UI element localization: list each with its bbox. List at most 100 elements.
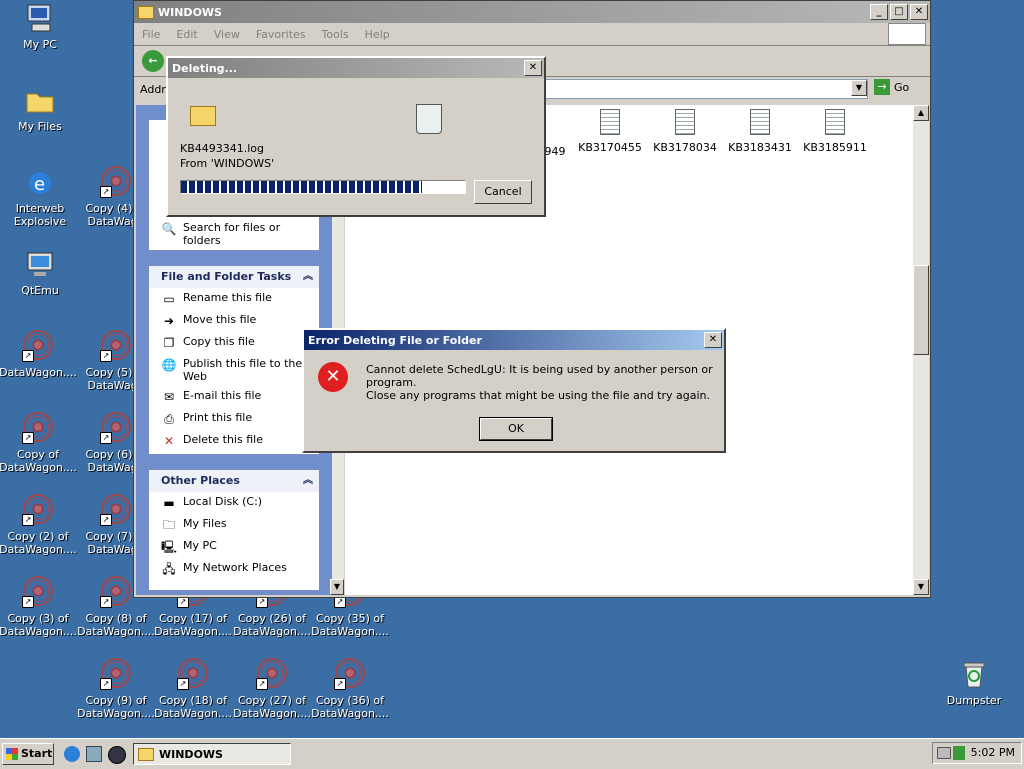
ok-button[interactable]: OK (479, 417, 553, 441)
clock[interactable]: 5:02 PM (971, 746, 1015, 759)
address-dropdown-button[interactable]: ▼ (851, 80, 867, 96)
menu-tools[interactable]: Tools (314, 28, 357, 41)
menu-file[interactable]: File (134, 28, 168, 41)
desktop-icon-datawagon-copy-3[interactable]: ↗ Copy (3) of DataWagon.... (0, 576, 78, 638)
quicklaunch-ie-icon[interactable] (64, 746, 80, 762)
computer-icon: 🖳 (161, 540, 178, 554)
place-local-disk[interactable]: ▬ Local Disk (C:) (149, 492, 319, 514)
task-delete[interactable]: ✕ Delete this file (149, 430, 319, 452)
desktop-icon-label: QtEmu (21, 284, 59, 297)
scroll-up-button[interactable]: ▲ (913, 105, 929, 121)
folder-icon (24, 84, 56, 116)
search-task[interactable]: 🔍 Search for files or folders (149, 218, 319, 250)
go-label: Go (894, 80, 910, 94)
go-button[interactable]: → Go (874, 79, 909, 95)
desktop-icon-label: Copy (3) of DataWagon.... (0, 612, 77, 638)
file-item[interactable]: KB3178034 (645, 109, 725, 154)
scroll-down-button[interactable]: ▼ (913, 579, 929, 595)
search-task-label: Search for files or folders (183, 221, 281, 247)
shortcut-arrow-icon: ↗ (22, 514, 34, 526)
desktop-icon-label: Copy (17) of DataWagon.... (154, 612, 232, 638)
desktop-icon-qtemu[interactable]: QtEmu (0, 248, 80, 297)
menu-help[interactable]: Help (357, 28, 398, 41)
taskbar: Start WINDOWS 5:02 PM (0, 738, 1024, 769)
desktop-icon-interweb[interactable]: e Interweb Explosive (0, 166, 80, 228)
close-button[interactable]: ✕ (704, 332, 722, 348)
desktop-icon-my-pc[interactable]: My PC (0, 2, 80, 51)
taskbar-task-windows[interactable]: WINDOWS (133, 743, 291, 765)
maximize-button[interactable]: □ (890, 4, 908, 20)
error-titlebar[interactable]: Error Deleting File or Folder ✕ (304, 330, 724, 350)
quicklaunch-explorer-icon[interactable] (86, 746, 102, 762)
globe-icon: 🌐 (161, 358, 177, 372)
desktop-icon-datawagon-copy[interactable]: ↗ Copy of DataWagon.... (0, 412, 78, 474)
task-publish[interactable]: 🌐 Publish this file to the Web (149, 354, 319, 386)
address-input[interactable] (544, 79, 868, 99)
desktop-icon-label: Dumpster (946, 694, 1002, 707)
other-places-header[interactable]: Other Places ︽ (149, 470, 319, 492)
collapse-icon[interactable]: ︽ (303, 470, 313, 492)
desktop-icon-label: Copy (2) of DataWagon.... (0, 530, 77, 556)
desktop-icon-label: Copy (18) of DataWagon.... (154, 694, 232, 720)
desktop-icon-datawagon-copy-36[interactable]: ↗ Copy (36) of DataWagon.... (310, 658, 390, 720)
deleting-titlebar[interactable]: Deleting... ✕ (168, 58, 544, 78)
desktop-icon-my-files[interactable]: My Files (0, 84, 80, 133)
menu-view[interactable]: View (206, 28, 248, 41)
desktop-icon-label: Interweb Explosive (13, 202, 67, 228)
scroll-down-button[interactable]: ▼ (330, 579, 344, 595)
task-print[interactable]: ⎙ Print this file (149, 408, 319, 430)
desktop-icon-datawagon-copy-27[interactable]: ↗ Copy (27) of DataWagon.... (232, 658, 312, 720)
shortcut-arrow-icon: ↗ (100, 350, 112, 362)
desktop-icon-label: My Files (18, 120, 62, 133)
menubar: File Edit View Favorites Tools Help (134, 23, 930, 46)
place-my-files[interactable]: 🗀 My Files (149, 514, 319, 536)
network-icon: 🖧 (162, 562, 176, 576)
desktop-icon-label: DataWagon.... (0, 366, 77, 379)
windows-logo-icon (888, 23, 926, 45)
desktop-icon-dumpster[interactable]: Dumpster (934, 658, 1014, 707)
dialog-title: Deleting... (172, 61, 238, 75)
shortcut-arrow-icon: ↗ (22, 596, 34, 608)
document-icon (675, 109, 695, 135)
place-my-pc[interactable]: 🖳 My PC (149, 536, 319, 558)
back-button[interactable]: ← (142, 50, 164, 72)
progress-fill (181, 181, 423, 193)
desktop-icon-label: Copy (35) of DataWagon.... (311, 612, 389, 638)
monitor-icon (24, 248, 56, 280)
close-button[interactable]: ✕ (910, 4, 928, 20)
desktop-icon-label: My PC (23, 38, 57, 51)
content-scrollbar[interactable]: ▲ ▼ (913, 105, 929, 595)
quicklaunch-media-icon[interactable] (108, 746, 126, 764)
keyboard-icon[interactable] (937, 747, 951, 759)
place-network[interactable]: 🖧 My Network Places (149, 558, 319, 580)
cancel-button[interactable]: Cancel (474, 180, 532, 204)
task-copy[interactable]: ❐ Copy this file (149, 332, 319, 354)
desktop-icon-label: Copy of DataWagon.... (0, 448, 77, 474)
file-item[interactable]: KB3170455 (570, 109, 650, 154)
desktop-icon-datawagon[interactable]: ↗ DataWagon.... (0, 330, 78, 379)
move-icon: ➜ (163, 314, 175, 328)
collapse-icon[interactable]: ︽ (303, 266, 313, 288)
address-label: Addr (140, 82, 166, 96)
desktop-icon-datawagon-copy-18[interactable]: ↗ Copy (18) of DataWagon.... (153, 658, 233, 720)
file-item[interactable]: KB3185911 (795, 109, 875, 154)
file-name: KB3183431 (728, 141, 792, 154)
minimize-button[interactable]: _ (870, 4, 888, 20)
recycle-bin-icon (958, 658, 990, 690)
desktop-icon-datawagon-copy-9[interactable]: ↗ Copy (9) of DataWagon.... (76, 658, 156, 720)
desktop-icon-datawagon-copy-2[interactable]: ↗ Copy (2) of DataWagon.... (0, 494, 78, 556)
close-button[interactable]: ✕ (524, 60, 542, 76)
file-item[interactable]: KB3183431 (720, 109, 800, 154)
task-email[interactable]: ✉ E-mail this file (149, 386, 319, 408)
shortcut-arrow-icon: ↗ (100, 186, 112, 198)
rename-icon: ▭ (163, 292, 175, 306)
explorer-titlebar[interactable]: WINDOWS _ □ ✕ (134, 1, 930, 23)
task-move[interactable]: ➜ Move this file (149, 310, 319, 332)
file-folder-tasks-header[interactable]: File and Folder Tasks ︽ (149, 266, 319, 288)
scroll-thumb[interactable] (913, 265, 929, 355)
menu-edit[interactable]: Edit (168, 28, 205, 41)
start-button[interactable]: Start (2, 743, 54, 765)
menu-favorites[interactable]: Favorites (248, 28, 314, 41)
network-tray-icon[interactable] (953, 746, 965, 760)
task-rename[interactable]: ▭ Rename this file (149, 288, 319, 310)
